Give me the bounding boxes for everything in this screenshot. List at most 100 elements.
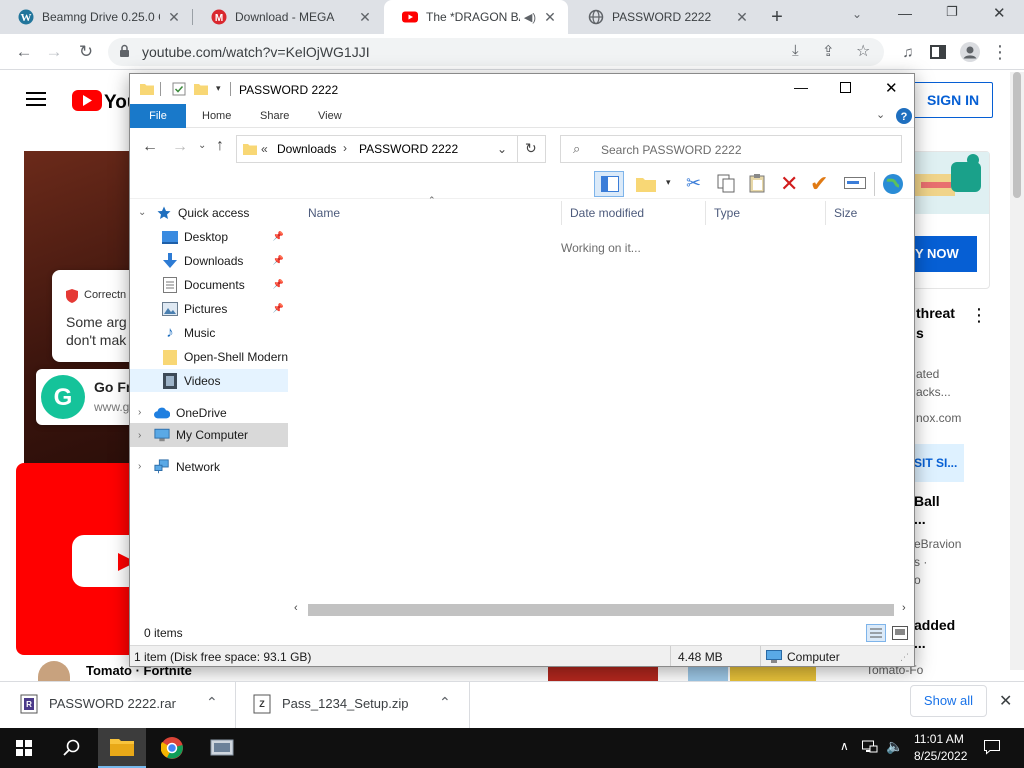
menu-icon[interactable]: ⋮ bbox=[988, 40, 1012, 64]
side-panel-icon[interactable] bbox=[926, 40, 950, 64]
pin-icon[interactable]: 📌 bbox=[273, 279, 284, 290]
chevron-right-icon[interactable]: › bbox=[138, 461, 141, 472]
download-item[interactable]: Z Pass_1234_Setup.zip ⌃ bbox=[237, 682, 470, 728]
taskbar-chrome[interactable] bbox=[148, 728, 196, 768]
preview-pane-icon[interactable] bbox=[594, 171, 624, 197]
clock-time[interactable]: 11:01 AM bbox=[914, 732, 964, 746]
restore-icon[interactable]: ❐ bbox=[946, 4, 958, 20]
nav-quick-access[interactable]: ⌄ Quick access bbox=[130, 201, 288, 224]
close-shelf-icon[interactable]: ✕ bbox=[999, 691, 1012, 711]
details-view-icon[interactable] bbox=[866, 624, 886, 642]
tab-file[interactable]: File bbox=[130, 104, 186, 128]
globe-icon[interactable] bbox=[882, 173, 904, 195]
breadcrumb-downloads[interactable]: Downloads bbox=[277, 142, 336, 156]
nav-item-pictures[interactable]: Pictures 📌 bbox=[130, 297, 288, 320]
search-icon[interactable] bbox=[48, 728, 96, 768]
grammarly-card[interactable]: G Go Fre www.g bbox=[36, 369, 142, 425]
breadcrumb-overflow[interactable]: « bbox=[261, 142, 268, 156]
refresh-icon[interactable]: ↻ bbox=[525, 140, 537, 157]
audio-playing-icon[interactable]: ◀) bbox=[524, 11, 536, 24]
show-all-button[interactable]: Show all bbox=[910, 685, 987, 717]
folder-options-icon[interactable] bbox=[636, 175, 656, 193]
sidebar-video-title[interactable]: added bbox=[914, 617, 955, 633]
taskbar-file-explorer[interactable] bbox=[98, 728, 146, 768]
visit-site-button[interactable]: SIT SI... bbox=[910, 444, 964, 482]
show-hidden-icons[interactable]: ∧ bbox=[840, 739, 849, 753]
nav-item-open-shell[interactable]: Open-Shell Modern bbox=[130, 345, 288, 368]
minimize-icon[interactable]: — bbox=[898, 5, 912, 21]
browser-tab-mega[interactable]: M Download - MEGA ✕ bbox=[193, 0, 383, 34]
forward-icon[interactable]: → bbox=[172, 138, 188, 156]
volume-icon[interactable]: 🔈 bbox=[886, 738, 903, 755]
search-box[interactable]: ⌕ Search PASSWORD 2222 bbox=[560, 135, 902, 163]
lock-icon[interactable] bbox=[119, 44, 130, 58]
copy-icon[interactable] bbox=[716, 173, 736, 193]
taskbar-app[interactable] bbox=[198, 728, 246, 768]
nav-item-videos[interactable]: Videos bbox=[130, 369, 288, 392]
nav-item-documents[interactable]: Documents 📌 bbox=[130, 273, 288, 296]
resize-grip-icon[interactable]: ⋰ bbox=[900, 652, 909, 663]
nav-item-downloads[interactable]: Downloads 📌 bbox=[130, 249, 288, 272]
minimize-icon[interactable]: — bbox=[794, 79, 808, 95]
network-icon[interactable] bbox=[862, 739, 878, 755]
back-icon[interactable]: ← bbox=[142, 138, 158, 156]
start-button[interactable] bbox=[0, 728, 48, 768]
tab-view[interactable]: View bbox=[304, 104, 356, 128]
tab-search-icon[interactable]: ⌄ bbox=[852, 7, 862, 21]
youtube-ad-block[interactable] bbox=[16, 463, 144, 655]
cut-icon[interactable]: ✂ bbox=[686, 173, 701, 194]
column-size[interactable]: Size bbox=[826, 201, 906, 225]
browser-tab-youtube[interactable]: The *DRAGON BA ◀) ✕ bbox=[384, 0, 568, 34]
sidebar-video-title[interactable]: Ball bbox=[914, 493, 940, 509]
media-control-icon[interactable]: ♫ bbox=[896, 40, 920, 64]
thumbnail[interactable] bbox=[730, 667, 816, 681]
chevron-right-icon[interactable]: › bbox=[138, 430, 141, 441]
thumbnail[interactable] bbox=[688, 667, 728, 681]
chevron-up-icon[interactable]: ⌃ bbox=[206, 694, 218, 711]
quick-access-toolbar-dropdown-icon[interactable]: ▾ bbox=[216, 83, 221, 94]
close-tab-icon[interactable]: ✕ bbox=[734, 9, 750, 26]
breadcrumb-current[interactable]: PASSWORD 2222 bbox=[359, 142, 458, 156]
checkmark-icon[interactable]: ✔ bbox=[810, 171, 828, 197]
share-icon[interactable]: ⇪ bbox=[822, 42, 835, 60]
reload-icon[interactable]: ↻ bbox=[74, 40, 98, 64]
pin-icon[interactable]: 📌 bbox=[273, 255, 284, 266]
hamburger-menu-icon[interactable] bbox=[26, 91, 46, 107]
close-tab-icon[interactable]: ✕ bbox=[357, 9, 373, 26]
clock-date[interactable]: 8/25/2022 bbox=[914, 749, 967, 763]
profile-icon[interactable] bbox=[958, 40, 982, 64]
expand-ribbon-icon[interactable]: ⌄ bbox=[876, 108, 885, 121]
download-item[interactable]: R PASSWORD 2222.rar ⌃ bbox=[0, 682, 236, 728]
dropdown-icon[interactable]: ▾ bbox=[666, 177, 671, 188]
back-icon[interactable]: ← bbox=[12, 40, 36, 64]
pin-icon[interactable]: 📌 bbox=[273, 231, 284, 242]
scroll-right-icon[interactable]: › bbox=[902, 602, 906, 614]
help-icon[interactable]: ? bbox=[896, 108, 912, 124]
column-date-modified[interactable]: Date modified bbox=[562, 201, 706, 225]
chevron-up-icon[interactable]: ⌃ bbox=[439, 694, 451, 711]
close-window-icon[interactable]: ✕ bbox=[993, 4, 1006, 22]
chevron-down-icon[interactable]: ⌄ bbox=[138, 207, 146, 218]
nav-my-computer[interactable]: › My Computer bbox=[130, 423, 288, 447]
pin-icon[interactable]: 📌 bbox=[273, 303, 284, 314]
chevron-right-icon[interactable]: › bbox=[138, 407, 141, 418]
delete-icon[interactable]: ✕ bbox=[780, 171, 798, 197]
nav-item-music[interactable]: ♪ Music bbox=[130, 321, 288, 344]
tab-share[interactable]: Share bbox=[246, 104, 303, 128]
youtube-logo-icon[interactable]: You bbox=[70, 86, 130, 114]
new-tab-button[interactable]: + bbox=[766, 6, 788, 28]
forward-icon[interactable]: → bbox=[42, 40, 66, 64]
tab-home[interactable]: Home bbox=[188, 104, 245, 128]
rename-icon[interactable] bbox=[844, 175, 866, 191]
browser-tab-password[interactable]: PASSWORD 2222 ✕ bbox=[570, 0, 760, 34]
paste-icon[interactable] bbox=[748, 173, 768, 193]
nav-item-desktop[interactable]: Desktop 📌 bbox=[130, 225, 288, 248]
install-icon[interactable]: ⤓ bbox=[792, 42, 799, 59]
maximize-icon[interactable] bbox=[840, 82, 851, 93]
up-icon[interactable]: ↑ bbox=[216, 137, 224, 155]
notification-icon[interactable] bbox=[984, 739, 1000, 755]
sidebar-ad-card[interactable]: Y NOW bbox=[910, 151, 990, 289]
address-breadcrumb[interactable]: « Downloads › PASSWORD 2222 ⌄ ↻ bbox=[236, 135, 546, 163]
more-options-icon[interactable]: ⋮ bbox=[970, 305, 988, 326]
address-bar[interactable]: youtube.com/watch?v=KelOjWG1JJI ⤓ ⇪ ☆ bbox=[108, 38, 884, 66]
